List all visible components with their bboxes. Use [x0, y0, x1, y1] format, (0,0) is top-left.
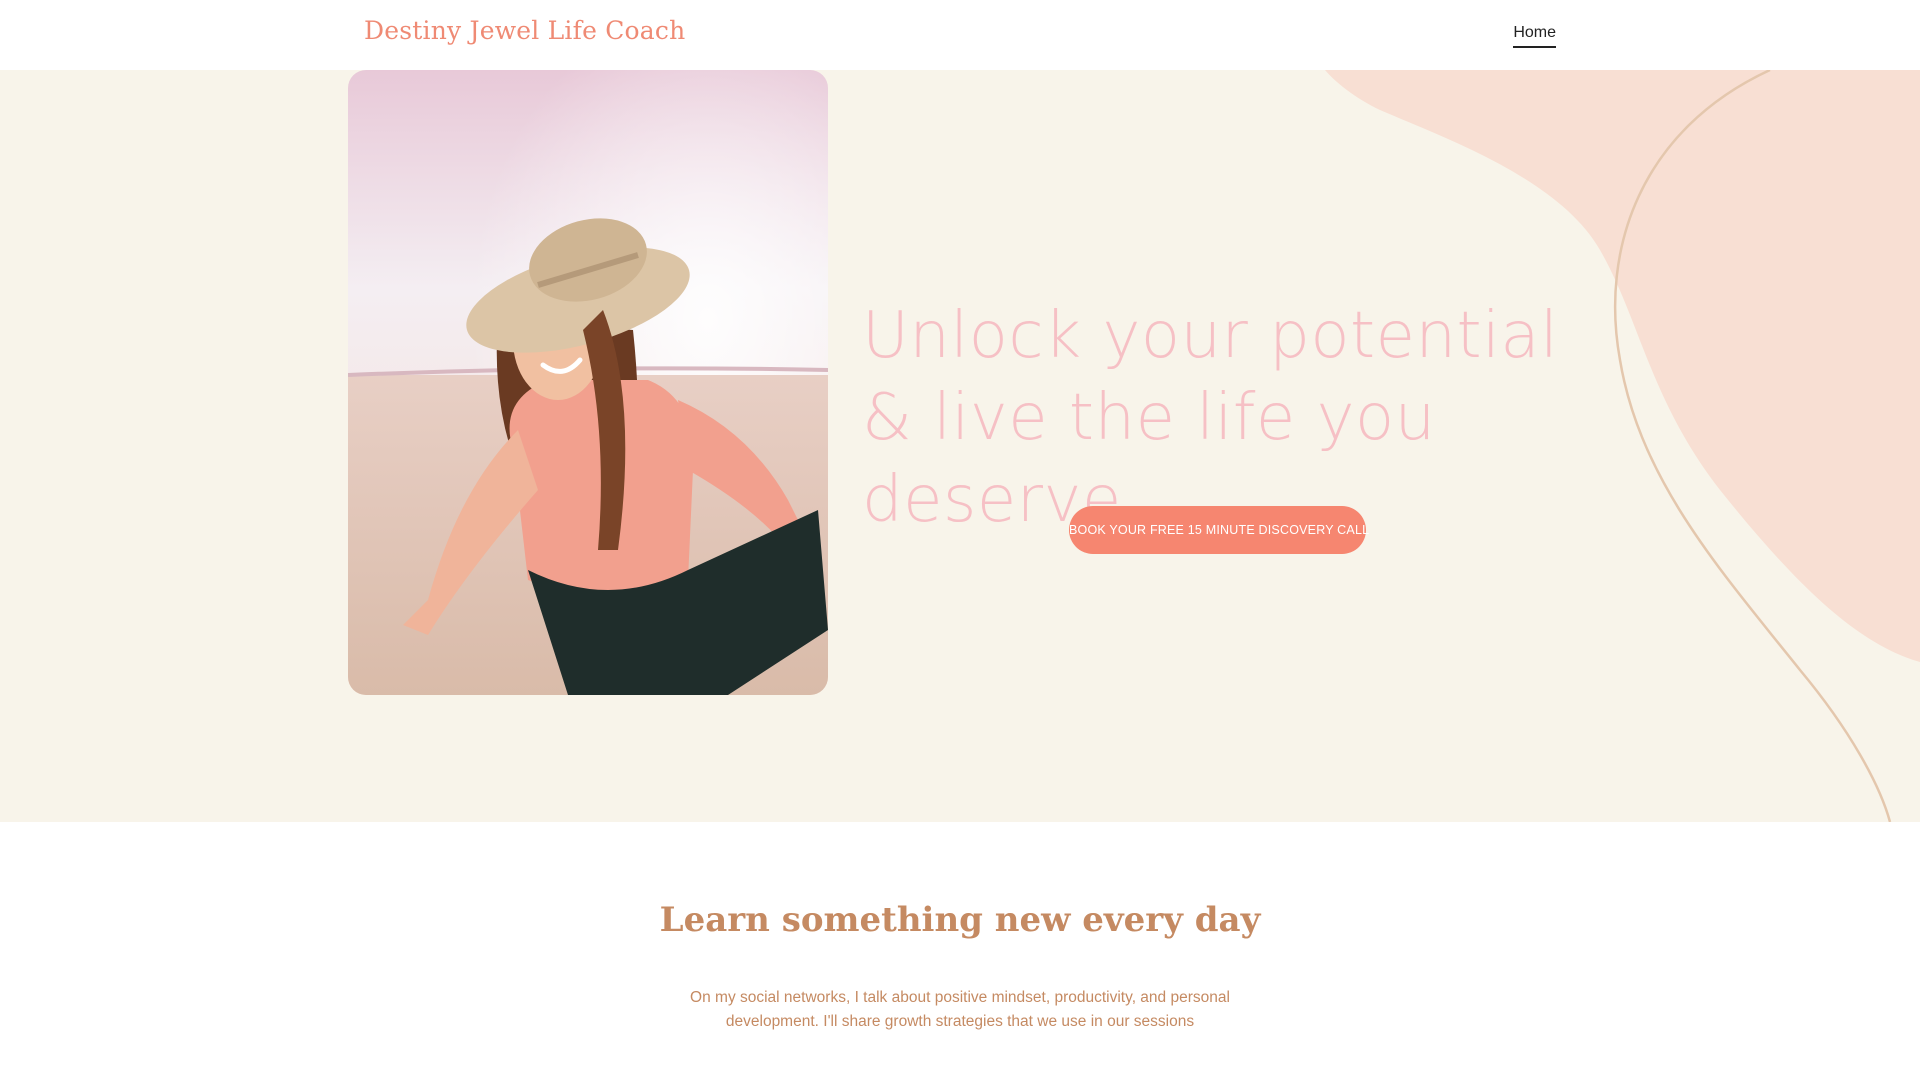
nav-link-home[interactable]: Home: [1513, 24, 1556, 48]
learn-section-body: On my social networks, I talk about posi…: [690, 989, 1230, 1030]
hero-headline: Unlock your potential & live the life yo…: [862, 299, 1559, 537]
learn-section-title: Learn something new every day: [659, 900, 1261, 940]
site-brand-logo[interactable]: Destiny Jewel Life Coach: [364, 16, 685, 45]
hero-section: Unlock your potential & live the life yo…: [0, 70, 1920, 822]
book-discovery-call-button[interactable]: BOOK YOUR FREE 15 MINUTE DISCOVERY CALL: [1069, 506, 1369, 554]
portrait-photo: [348, 70, 828, 695]
site-header: Destiny Jewel Life Coach Home: [0, 0, 1920, 70]
